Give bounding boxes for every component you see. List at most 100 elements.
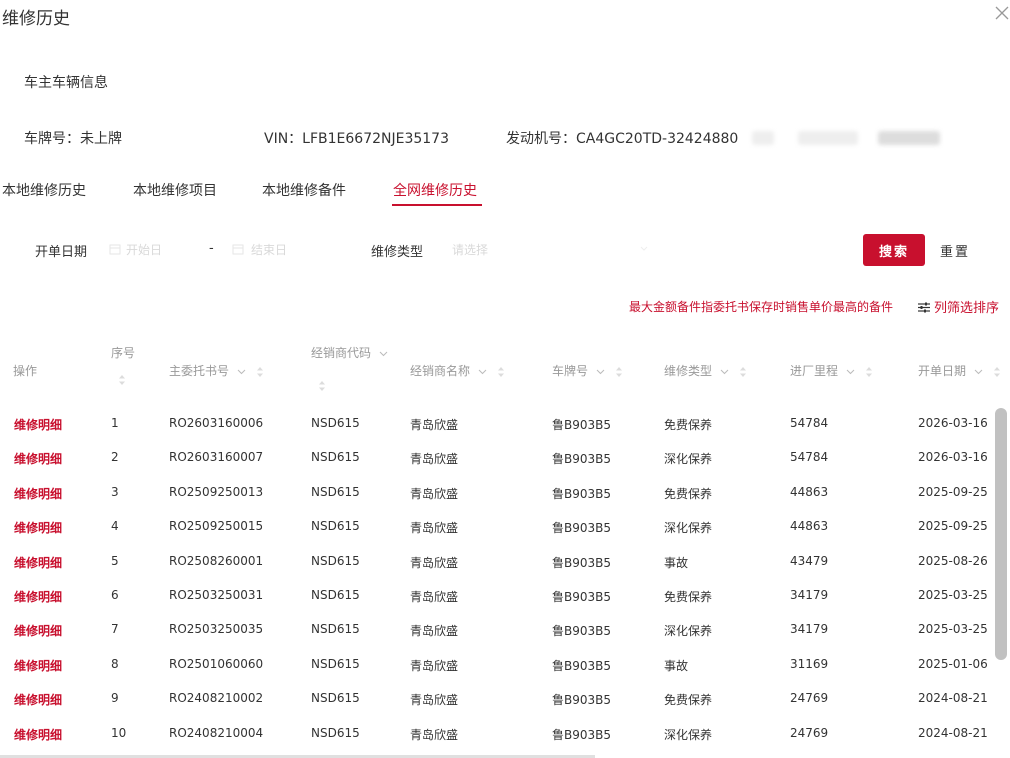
cell-dealer-code: NSD615 [311,588,360,602]
cell-repair-type: 事故 [664,659,689,673]
col-header-order-number[interactable]: 主委托书号 [169,362,264,379]
col-header-dealer-code-label: 经销商代码 [311,346,372,360]
cell-dealer-code: NSD615 [311,691,360,705]
engine-number: 发动机号：CA4GC20TD-32424880 [506,131,739,147]
cell-mileage: 31169 [790,657,829,671]
detail-link[interactable]: 维修明细 [14,485,62,502]
cell-order-number: RO2509250015 [169,519,264,533]
cell-dealer-name: 青岛欣盛 [410,418,459,432]
detail-link[interactable]: 维修明细 [14,657,62,674]
cell-dealer-name: 青岛欣盛 [410,590,459,604]
cell-repair-type: 免费保养 [664,693,713,707]
cell-plate: 鲁B903B5 [552,624,612,638]
col-header-mileage-label: 进厂里程 [790,364,839,378]
search-button[interactable]: 搜索 [863,234,925,266]
cell-order-number: RO2508260001 [169,554,264,568]
detail-link[interactable]: 维修明细 [14,588,62,605]
cell-index: 5 [111,554,119,568]
cell-order-number: RO2408210002 [169,691,264,705]
tab-local-parts[interactable]: 本地维修备件 [262,180,346,200]
max-amount-notice: 最大金额备件指委托书保存时销售单价最高的备件 [629,300,894,314]
cell-order-number: RO2408210004 [169,726,264,740]
chevron-down-icon [720,369,729,374]
table-scrollbar-thumb[interactable] [995,408,1007,660]
tab-network-history[interactable]: 全网维修历史 [393,180,477,200]
detail-link[interactable]: 维修明细 [14,519,62,536]
end-date-input[interactable]: 结束日 [229,236,329,262]
cell-open-date: 2025-08-26 [918,554,988,568]
repair-type-select[interactable]: 请选择 [446,236,656,262]
col-header-open-date[interactable]: 开单日期 [918,362,1001,379]
col-header-dealer-code[interactable]: 经销商代码 [311,344,388,361]
sort-icon [256,366,263,377]
cell-index: 3 [111,485,119,499]
cell-repair-type: 免费保养 [664,590,713,604]
cell-mileage: 44863 [790,485,829,499]
repair-type-label: 维修类型 [371,245,424,260]
redacted-block [798,131,858,145]
cell-repair-type: 事故 [664,556,689,570]
cell-index: 7 [111,622,119,636]
detail-link[interactable]: 维修明细 [14,622,62,639]
reset-button[interactable]: 重置 [940,241,970,260]
col-header-plate-label: 车牌号 [552,364,589,378]
cell-dealer-code: NSD615 [311,622,360,636]
cell-open-date: 2024-08-21 [918,691,988,705]
chevron-down-icon [379,351,388,356]
cell-plate: 鲁B903B5 [552,487,612,501]
tab-local-history[interactable]: 本地维修历史 [2,180,86,200]
cell-order-number: RO2503250031 [169,588,264,602]
detail-link[interactable]: 维修明细 [14,450,62,467]
cell-index: 10 [111,726,127,740]
cell-dealer-name: 青岛欣盛 [410,521,459,535]
cell-open-date: 2026-03-16 [918,450,988,464]
col-header-plate[interactable]: 车牌号 [552,362,623,379]
cell-plate: 鲁B903B5 [552,659,612,673]
cell-dealer-name: 青岛欣盛 [410,556,459,570]
redacted-block [752,131,774,145]
sort-icon [615,366,622,377]
redacted-block [878,131,940,145]
cell-dealer-code: NSD615 [311,554,360,568]
col-header-mileage[interactable]: 进厂里程 [790,362,873,379]
close-icon[interactable] [994,5,1010,21]
cell-dealer-name: 青岛欣盛 [410,659,459,673]
chevron-down-icon [596,369,605,374]
col-header-repair-type-label: 维修类型 [664,364,713,378]
col-header-repair-type[interactable]: 维修类型 [664,362,747,379]
tab-local-items[interactable]: 本地维修项目 [133,180,217,200]
cell-mileage: 44863 [790,519,829,533]
start-date-input[interactable]: 开始日 [106,236,206,262]
cell-mileage: 24769 [790,726,829,740]
cell-plate: 鲁B903B5 [552,556,612,570]
cell-dealer-code: NSD615 [311,519,360,533]
cell-mileage: 24769 [790,691,829,705]
cell-dealer-code: NSD615 [311,485,360,499]
calendar-icon [109,244,121,255]
column-filter-button[interactable]: 列筛选排序 [918,297,999,316]
cell-dealer-name: 青岛欣盛 [410,728,459,742]
filter-sliders-icon [918,302,930,313]
cell-dealer-code: NSD615 [311,416,360,430]
sort-icon[interactable] [318,380,326,392]
cell-index: 8 [111,657,119,671]
sort-icon [497,366,504,377]
col-header-open-date-label: 开单日期 [918,364,967,378]
sort-icon [865,366,872,377]
cell-dealer-code: NSD615 [311,726,360,740]
detail-link[interactable]: 维修明细 [14,726,62,743]
cell-repair-type: 深化保养 [664,728,713,742]
col-header-dealer-name[interactable]: 经销商名称 [410,362,505,379]
cell-index: 2 [111,450,119,464]
cell-dealer-code: NSD615 [311,450,360,464]
cell-open-date: 2025-03-25 [918,622,988,636]
cell-index: 4 [111,519,119,533]
detail-link[interactable]: 维修明细 [14,416,62,433]
cell-dealer-name: 青岛欣盛 [410,487,459,501]
sort-icon[interactable] [118,374,126,386]
detail-link[interactable]: 维修明细 [14,691,62,708]
col-header-index[interactable]: 序号 [111,344,135,361]
cell-dealer-code: NSD615 [311,657,360,671]
detail-link[interactable]: 维修明细 [14,554,62,571]
date-filter-label: 开单日期 [35,245,88,260]
